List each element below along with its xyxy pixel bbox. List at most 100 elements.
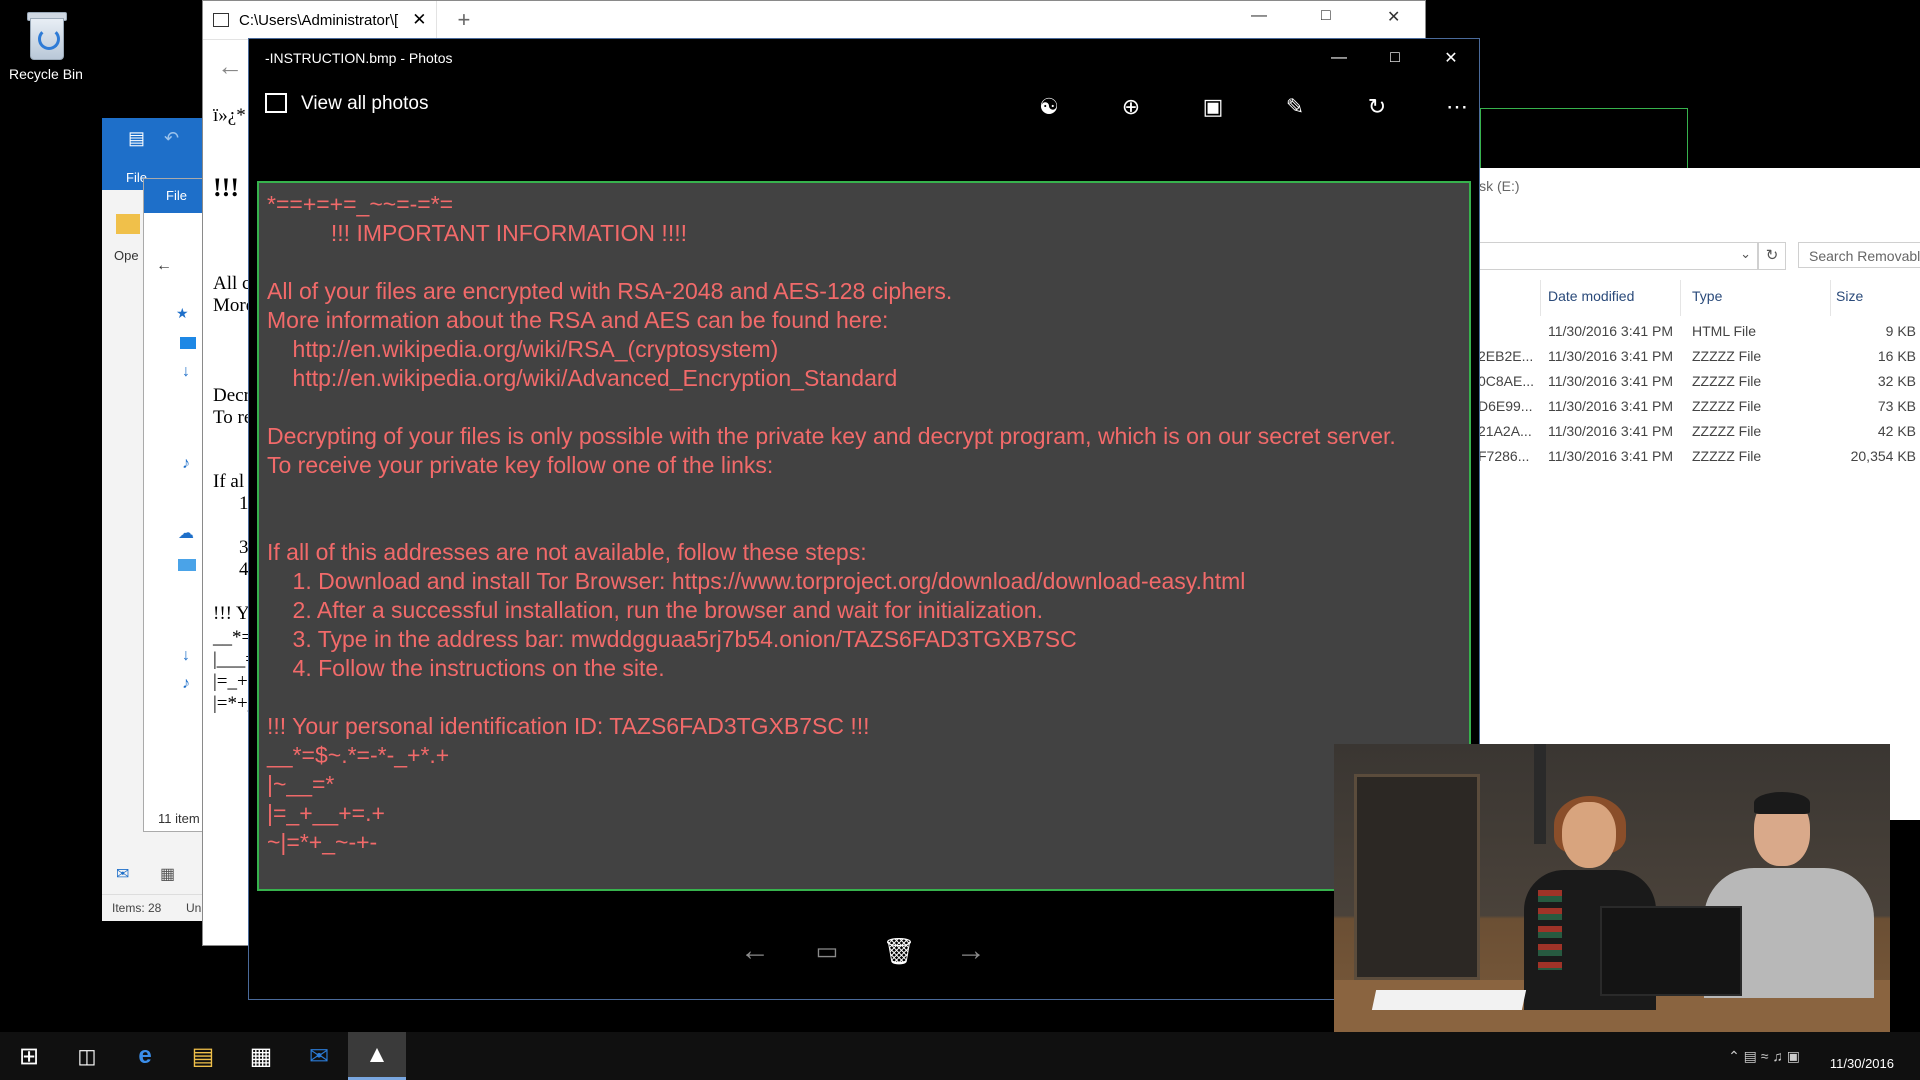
task-view-icon[interactable]: ◫ (58, 1032, 116, 1080)
new-tab-icon[interactable]: + (457, 7, 470, 33)
music-icon-2[interactable]: ♪ (182, 675, 190, 693)
column-separator (1830, 280, 1831, 316)
this-pc-icon[interactable] (178, 559, 196, 571)
col-size[interactable]: Size (1836, 288, 1863, 304)
previous-arrow-icon[interactable]: ← (735, 931, 775, 971)
photos-title: -INSTRUCTION.bmp - Photos (265, 50, 453, 66)
file-name[interactable]: 0C8AE... (1478, 373, 1534, 389)
video-overlay (1334, 744, 1890, 1056)
more-options-icon[interactable]: ⋯ (1441, 91, 1473, 123)
explorer-file-tab[interactable]: File (166, 188, 187, 203)
system-tray-icons[interactable]: ⌃ ▤ ≈ ♫ ▣ (1728, 1048, 1800, 1065)
laptop (1600, 906, 1742, 996)
edge-icon[interactable]: e (116, 1032, 174, 1080)
edit-image-icon[interactable]: ✎ (1279, 91, 1311, 123)
file-date: 11/30/2016 3:41 PM (1548, 373, 1674, 389)
photos-titlebar: -INSTRUCTION.bmp - Photos (249, 39, 1479, 77)
close-tab-icon[interactable]: ✕ (412, 10, 426, 30)
recycle-bin-label: Recycle Bin (9, 66, 83, 82)
col-date-modified[interactable]: Date modified (1548, 288, 1634, 304)
undo-icon[interactable]: ↶ (164, 128, 179, 149)
maximize-icon[interactable]: □ (1321, 7, 1331, 25)
download-icon[interactable]: ↓ (182, 363, 190, 381)
photos-bottom-bar: ← ▭ 🗑 → (249, 891, 1479, 999)
col-type[interactable]: Type (1692, 288, 1722, 304)
photos-icon (265, 93, 287, 113)
note-line-0: *==+=+=_~~=-=*= (267, 191, 454, 217)
music-icon[interactable]: ♪ (182, 455, 190, 473)
close-window-icon[interactable]: ✕ (1387, 7, 1400, 27)
file-date: 11/30/2016 3:41 PM (1548, 323, 1674, 339)
next-arrow-icon[interactable]: → (951, 931, 991, 971)
note-line-4: More information about the RSA and AES c… (267, 307, 889, 333)
np-line-11: __*= (213, 627, 253, 648)
open-label[interactable]: Ope (114, 248, 139, 263)
folder-icon (116, 214, 140, 234)
back-icon[interactable]: ← (217, 51, 243, 82)
column-separator (1540, 280, 1541, 316)
file-type: ZZZZZ File (1692, 373, 1762, 389)
start-windows-icon[interactable]: ⊞ (0, 1032, 58, 1080)
photos-taskbar-icon[interactable]: ▲ (348, 1032, 406, 1080)
note-line-19: __*=$~.*=-*-_+*.+ (267, 742, 450, 768)
file-name[interactable]: 2EB2E... (1478, 348, 1533, 364)
maximize-icon[interactable]: □ (1367, 39, 1423, 77)
np-line-13: |=_+ (213, 671, 248, 692)
notepad-titlebar: C:\Users\Administrator\[ ✕ + (203, 1, 1425, 40)
file-name[interactable]: 21A2A... (1478, 423, 1532, 439)
zoom-icon[interactable]: ⊕ (1115, 91, 1147, 123)
desktop-folder-icon[interactable] (180, 337, 196, 349)
note-line-1: !!! IMPORTANT INFORMATION !!!! (267, 220, 687, 246)
file-explorer-icon[interactable]: ▤ (174, 1032, 232, 1080)
file-size: 20,354 KB (1850, 448, 1916, 464)
file-name[interactable]: F7286... (1478, 448, 1529, 464)
file-type: ZZZZZ File (1692, 348, 1762, 364)
note-line-8: Decrypting of your files is only possibl… (267, 423, 1396, 449)
outlook-icon[interactable]: ✉ (290, 1032, 348, 1080)
file-size: 9 KB (1885, 323, 1916, 339)
search-input[interactable]: Search Removabl (1798, 242, 1920, 268)
file-size: 32 KB (1877, 373, 1916, 389)
chevron-down-icon[interactable]: ⌄ (1740, 246, 1751, 262)
file-type: ZZZZZ File (1692, 398, 1762, 414)
onedrive-icon[interactable]: ☁ (178, 523, 194, 543)
photos-window: -INSTRUCTION.bmp - Photos — □ ✕ View all… (248, 38, 1480, 1000)
photos-toolbar: View all photos ☯ ⊕ ▣ ✎ ↻ ⋯ (249, 77, 1479, 137)
note-line-22: ~|=*+_~-+- (267, 829, 378, 855)
np-line-1: !!! (213, 173, 239, 202)
np-line-4: Decr (213, 385, 250, 406)
file-name[interactable]: D6E99... (1478, 398, 1532, 414)
recycle-bin-desktop-icon[interactable]: Recycle Bin (8, 8, 84, 82)
slideshow-icon[interactable]: ▣ (1197, 91, 1229, 123)
calendar-icon[interactable]: ▦ (160, 864, 175, 884)
notepad-tab[interactable]: C:\Users\Administrator\[ ✕ (203, 1, 438, 39)
clock[interactable]: 11/30/2016 (1830, 1056, 1894, 1071)
taskbar: ⊞ ◫ e ▤ ▦ ✉ ▲ ⌃ ▤ ≈ ♫ ▣ 11/30/2016 (0, 1032, 1920, 1080)
removable-title: isk (E:) (1476, 178, 1520, 194)
outlook-quick-icon[interactable]: ▤ (128, 128, 145, 149)
status-items: Items: 28 (112, 901, 162, 915)
file-size: 42 KB (1877, 423, 1916, 439)
notepad-title: C:\Users\Administrator\[ (239, 11, 399, 29)
file-date: 11/30/2016 3:41 PM (1548, 448, 1674, 464)
note-line-16: 4. Follow the instructions on the site. (267, 655, 665, 681)
store-icon[interactable]: ▦ (232, 1032, 290, 1080)
item-count: 11 item (158, 811, 200, 826)
close-icon[interactable]: ✕ (1423, 39, 1479, 77)
slideshow-screen-icon[interactable]: ▭ (807, 931, 847, 971)
file-type: ZZZZZ File (1692, 423, 1762, 439)
paper-sheet (1371, 990, 1527, 1010)
refresh-icon[interactable]: ↻ (1758, 242, 1786, 270)
minimize-icon[interactable]: — (1311, 39, 1367, 77)
share-icon[interactable]: ☯ (1033, 91, 1065, 123)
note-line-20: |~__=* (267, 771, 335, 797)
back-arrow-icon[interactable]: ← (156, 257, 172, 275)
rotate-icon[interactable]: ↻ (1361, 91, 1393, 123)
mail-icon[interactable]: ✉ (116, 864, 129, 884)
address-bar[interactable]: ⌄ (1478, 242, 1758, 270)
download-icon-2[interactable]: ↓ (182, 647, 190, 665)
delete-icon[interactable]: 🗑 (879, 931, 919, 971)
minimize-icon[interactable]: — (1251, 7, 1267, 25)
file-size: 16 KB (1877, 348, 1916, 364)
file-type: ZZZZZ File (1692, 448, 1762, 464)
